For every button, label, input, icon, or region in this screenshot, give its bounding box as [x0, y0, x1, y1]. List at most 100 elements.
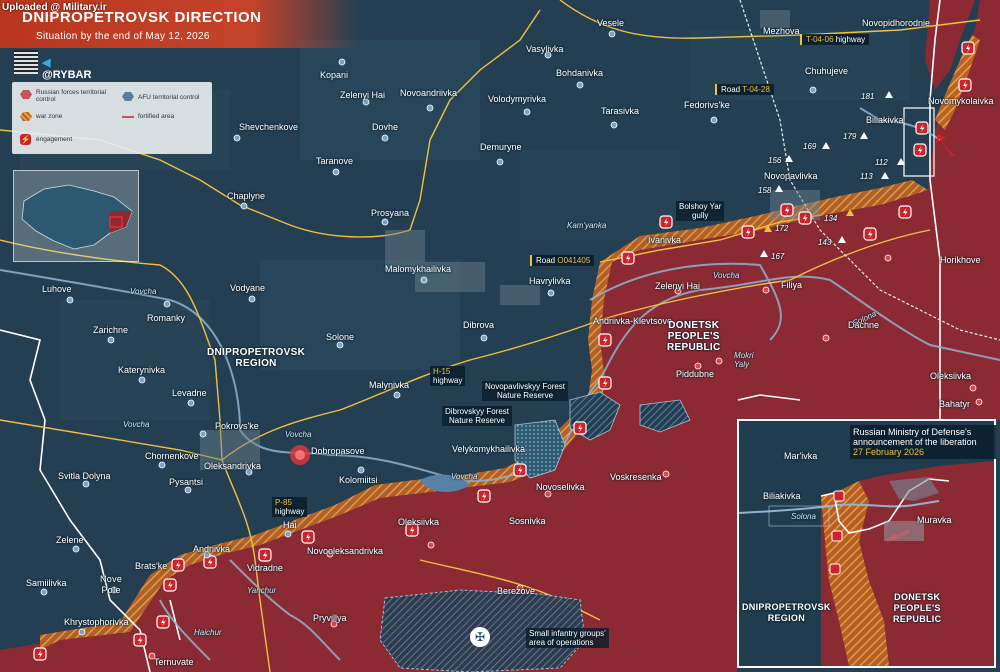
settlement-prosyana: Prosyana	[371, 208, 410, 218]
legend-engagement: engagement	[36, 136, 73, 143]
engagement-marker	[258, 548, 272, 562]
map-subtitle: Situation by the end of May 12, 2026	[36, 31, 210, 42]
settlement-brats-ke: Brats'ke	[135, 561, 168, 571]
annotation-dibrovskyy-reserve: Dibrovskyy Forest Nature Reserve	[442, 406, 513, 426]
annotation-novopavlivskyy-reserve: Novopavlivskyy Forest Nature Reserve	[482, 381, 569, 401]
settlement-pysantsi: Pysantsi	[169, 477, 204, 487]
settlement-horikhove: Horikhove	[940, 255, 981, 265]
afu-control-swatch	[122, 92, 134, 101]
settlement-andriivka-klevtsove: Andriivka-Klevtsove	[593, 316, 673, 326]
settlement-berezove: Berezove	[497, 586, 536, 596]
height-156: 156	[768, 156, 782, 165]
engagement-marker	[163, 578, 177, 592]
settlement-novopidhorodnie: Novopidhorodnie	[862, 18, 931, 28]
river-yanchur: Yanchur	[247, 586, 277, 595]
height-181: 181	[861, 92, 875, 101]
settlement-chornenkove: Chornenkove	[145, 451, 199, 461]
qr-code-icon	[14, 50, 38, 74]
engagement-marker	[598, 333, 612, 347]
road-t0428-label: Road T-04-28	[715, 84, 774, 95]
engagement-marker	[798, 211, 812, 225]
settlement-andriivka-s: Andriivka	[193, 544, 231, 554]
settlement-filiya: Filiya	[781, 280, 803, 290]
engagement-icon: ⚡	[20, 134, 31, 145]
overview-minimap	[13, 170, 139, 262]
legend: Russian forces territorial control AFU t…	[12, 82, 212, 154]
engagement-marker	[133, 633, 147, 647]
settlement-zelene: Zelene	[56, 535, 84, 545]
engagement-marker	[598, 376, 612, 390]
annotation-bolshoy-yar: Bolshoy Yar gully	[676, 201, 725, 221]
settlement-hai: Hai	[283, 520, 297, 530]
height-167: 167	[771, 252, 785, 261]
settlement-vasylivka: Vasylivka	[526, 44, 564, 54]
settlement-pokrovs-ke: Pokrovs'ke	[215, 421, 259, 431]
inset-region-dnipro: DNIPROPETROVSK REGION	[742, 602, 831, 623]
settlement-dibrova: Dibrova	[463, 320, 495, 330]
engagement-marker	[863, 227, 877, 241]
height-172: 172	[775, 224, 789, 233]
height-134: 134	[824, 214, 838, 223]
height-179: 179	[843, 132, 857, 141]
settlement-levadne: Levadne	[172, 388, 207, 398]
inset-callout: Russian Ministry of Defense's announceme…	[850, 425, 996, 459]
settlement-luhove: Luhove	[42, 284, 72, 294]
engagement-marker	[513, 463, 527, 477]
settlement-vidradne: Vidradne	[247, 563, 283, 573]
region-dnipropetrovsk: DNIPROPETROVSK REGION	[207, 347, 306, 369]
engagement-marker	[33, 647, 47, 661]
engagement-marker	[171, 558, 185, 572]
settlement-novopavlivka: Novopavlivka	[764, 171, 818, 181]
engagement-marker	[898, 205, 912, 219]
road-h15-label: H-15 highway	[430, 366, 466, 386]
engagement-marker	[156, 615, 170, 629]
settlement-oleksandrivka: Oleksandrivka	[204, 461, 262, 471]
settlement-zelenyi-hai-n: Zelenyi Hai	[340, 90, 386, 100]
settlement-malomykhailivka: Malomykhailivka	[385, 264, 452, 274]
height-113: 113	[860, 172, 873, 181]
ukraine-outline	[21, 184, 133, 250]
region-donetsk: DONETSK PEOPLE'S REPUBLIC	[667, 320, 721, 353]
river-mokri-yaly: Mokri Yaly	[734, 351, 754, 369]
road-t0406-label: T-04-06 highway	[800, 34, 870, 45]
settlement-zarichne: Zarichne	[93, 325, 129, 335]
settlement-dovhe: Dovhe	[372, 122, 399, 132]
road-p85-label: P-85 highway	[272, 497, 308, 517]
settlement-voskresenka: Voskresenka	[610, 472, 662, 482]
engagement-marker	[961, 41, 975, 55]
settlement-vodyane: Vodyane	[230, 283, 266, 293]
engagement-marker	[621, 251, 635, 265]
settlement-volodymyrivka: Volodymyrivka	[488, 94, 547, 104]
settlement-fedorivs-ke: Fedorivs'ke	[684, 100, 730, 110]
settlement-solone: Solone	[326, 332, 355, 342]
brand-handle: @RYBAR	[42, 69, 92, 81]
engagement-marker	[573, 421, 587, 435]
settlement-biliakivka: Biliakivka	[866, 115, 904, 125]
russian-control-swatch	[20, 90, 32, 99]
settlement-malynivka: Malynivka	[369, 380, 410, 390]
legend-fortified: fortified area	[138, 113, 175, 120]
settlement-nove-pole: Nove Pole	[100, 574, 123, 595]
river-vovcha-3: Vovcha	[285, 430, 312, 439]
engagement-marker	[958, 78, 972, 92]
engagement-marker	[301, 530, 315, 544]
settlement-novomykolaivka: Novomykolaivka	[928, 96, 994, 106]
map-stage: DNIPROPETROVSK DIRECTION Situation by th…	[0, 0, 1000, 672]
settlement-novoselivka: Novoselivka	[536, 482, 585, 492]
brand-block: ◀ @RYBAR	[14, 50, 91, 81]
settlement-samiilivka: Samiilivka	[26, 578, 67, 588]
settlement-bahatyr: Bahatyr	[939, 399, 971, 409]
height-143: 143	[818, 238, 832, 247]
settlement-kopani: Kopani	[320, 70, 349, 80]
river-vovcha-2: Vovcha	[123, 420, 150, 429]
height-169: 169	[803, 142, 817, 151]
river-haichur: Haichur	[194, 628, 222, 637]
annotation-infantry-area: Small infantry groups' area of operation…	[526, 628, 609, 648]
settlement-taranove: Taranove	[316, 156, 354, 166]
settlement-katerynivka: Katerynivka	[118, 365, 166, 375]
river-vovcha-4: Vovcha	[451, 472, 478, 481]
settlement-kolomiitsi: Kolomiitsi	[339, 475, 378, 485]
settlement-oleksiivka-s: Oleksiivka	[398, 517, 440, 527]
engagement-marker	[741, 225, 755, 239]
legend-russian: Russian forces territorial control	[36, 89, 107, 103]
